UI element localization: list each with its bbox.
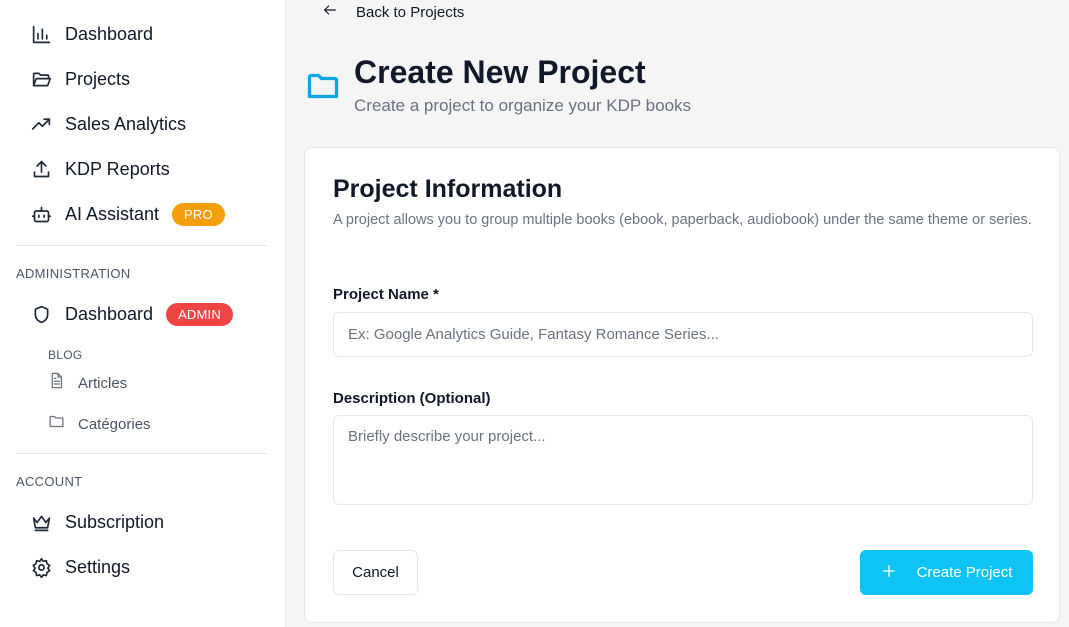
plus-icon: [881, 563, 917, 583]
section-title-administration: ADMINISTRATION: [16, 266, 131, 281]
sidebar-item-label: Dashboard: [65, 23, 154, 44]
sidebar-item-label: Articles: [78, 374, 128, 392]
sidebar-item-ai-assistant[interactable]: AI Assistant PRO: [30, 200, 225, 228]
back-link-label: Back to Projects: [356, 3, 465, 21]
bar-chart-icon: [30, 23, 52, 45]
shield-icon: [30, 303, 52, 325]
sidebar-item-sales-analytics[interactable]: Sales Analytics: [30, 110, 186, 138]
create-project-label: Create Project: [916, 564, 1013, 581]
file-text-icon: [48, 372, 65, 394]
trending-up-icon: [30, 113, 52, 135]
admin-badge: ADMIN: [166, 302, 233, 326]
create-project-button[interactable]: Create Project: [860, 550, 1033, 595]
sidebar-item-articles[interactable]: Articles: [48, 371, 127, 395]
sidebar-divider: [16, 245, 267, 246]
sidebar-item-categories[interactable]: Catégories: [48, 412, 151, 436]
arrow-left-icon: [322, 2, 338, 23]
bot-icon: [30, 203, 52, 225]
crown-icon: [30, 511, 52, 533]
sidebar-item-label: AI Assistant: [65, 203, 160, 224]
app: Dashboard Projects Sales Analytics KDP R…: [0, 0, 1069, 627]
sidebar-item-dashboard[interactable]: Dashboard: [30, 20, 153, 48]
project-form-card: Project Information A project allows you…: [304, 147, 1060, 623]
card-description: A project allows you to group multiple b…: [333, 212, 1032, 228]
sidebar-item-kdp-reports[interactable]: KDP Reports: [30, 155, 170, 183]
folder-icon: [48, 413, 65, 435]
sidebar-item-label: Dashboard: [65, 303, 154, 324]
sidebar-item-label: KDP Reports: [65, 158, 170, 179]
sidebar-item-label: Projects: [65, 68, 131, 89]
gear-icon: [30, 556, 52, 578]
sidebar-divider: [16, 453, 267, 454]
sidebar-item-admin-dashboard[interactable]: Dashboard ADMIN: [30, 300, 233, 328]
back-to-projects-link[interactable]: Back to Projects: [322, 1, 464, 23]
section-title-account: ACCOUNT: [16, 474, 83, 489]
sidebar-item-label: Catégories: [78, 415, 151, 433]
section-title-blog: BLOG: [48, 348, 83, 362]
sidebar-item-label: Settings: [65, 556, 131, 577]
sidebar-item-label: Sales Analytics: [65, 113, 187, 134]
folder-icon: [305, 68, 341, 109]
project-name-label: Project Name *: [333, 286, 439, 303]
page-subtitle: Create a project to organize your KDP bo…: [354, 96, 692, 115]
upload-icon: [30, 158, 52, 180]
sidebar-item-projects[interactable]: Projects: [30, 65, 130, 93]
sidebar-item-settings[interactable]: Settings: [30, 553, 130, 581]
pro-badge: PRO: [172, 202, 225, 226]
main-content: Back to Projects Create New Project Crea…: [286, 0, 1069, 627]
page-title: Create New Project: [354, 54, 646, 90]
sidebar-item-subscription[interactable]: Subscription: [30, 508, 164, 536]
sidebar: Dashboard Projects Sales Analytics KDP R…: [0, 0, 286, 627]
folder-open-icon: [30, 68, 52, 90]
cancel-button[interactable]: Cancel: [333, 550, 418, 595]
card-title: Project Information: [333, 175, 563, 203]
sidebar-item-label: Subscription: [65, 511, 165, 532]
project-name-input[interactable]: [333, 312, 1033, 357]
description-label: Description (Optional): [333, 390, 491, 407]
description-textarea[interactable]: [333, 415, 1033, 505]
